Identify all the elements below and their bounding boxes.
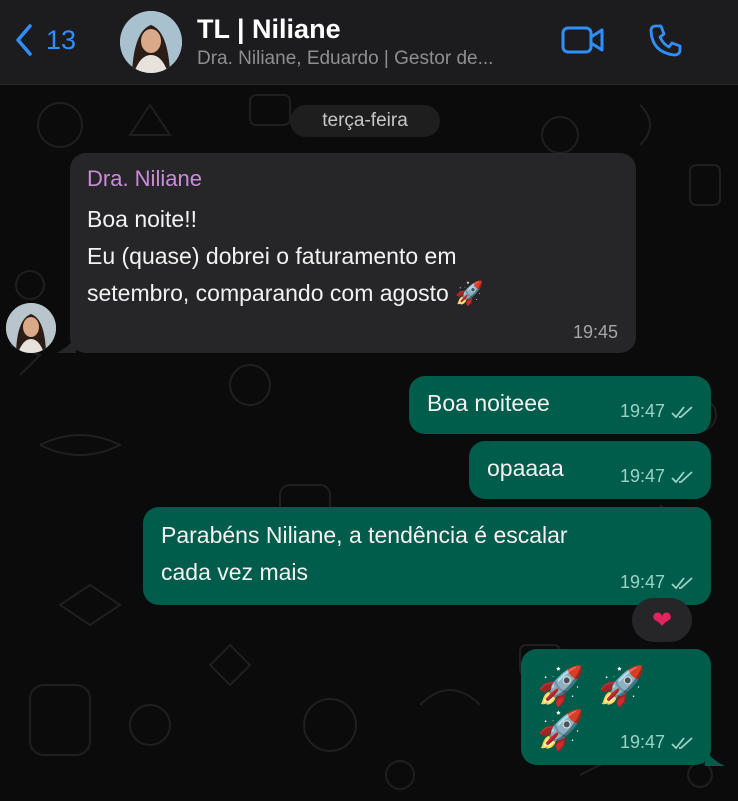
chat-header: 13 TL | Niliane Dra. Niliane, Eduardo | … <box>0 0 738 85</box>
message-time: 19:47 <box>620 466 693 487</box>
date-separator: terça-feira <box>290 105 440 137</box>
outgoing-message[interactable]: 🚀🚀🚀 19:47 <box>521 649 711 765</box>
double-check-icon <box>671 470 693 483</box>
time-label: 19:47 <box>619 401 665 421</box>
back-button[interactable]: 13 <box>12 22 76 58</box>
message-text: opaaaa <box>487 455 564 481</box>
message-time: 19:45 <box>572 322 618 342</box>
group-avatar[interactable] <box>120 11 182 73</box>
message-text: Parabéns Niliane, a tendência é escalar … <box>161 522 568 585</box>
message-time: 19:47 <box>620 401 693 422</box>
outgoing-message[interactable]: Boa noiteee 19:47 <box>409 376 711 434</box>
chat-participants[interactable]: Dra. Niliane, Eduardo | Gestor de... <box>197 48 493 70</box>
bubble-tail <box>705 748 725 766</box>
time-label: 19:47 <box>619 572 665 592</box>
message-time: 19:47 <box>620 572 693 593</box>
incoming-message[interactable]: Dra. Niliane Boa noite!! Eu (quase) dobr… <box>70 153 636 353</box>
message-time: 19:47 <box>620 732 693 753</box>
bubble-tail <box>56 335 76 353</box>
voice-call-button[interactable] <box>648 22 684 63</box>
time-label: 19:47 <box>619 732 665 752</box>
outgoing-message[interactable]: opaaaa 19:47 <box>469 441 711 499</box>
chat-title[interactable]: TL | Niliane <box>197 14 341 45</box>
double-check-icon <box>671 405 693 418</box>
message-text: Boa noiteee <box>427 390 550 416</box>
double-check-icon <box>671 576 693 589</box>
video-call-icon <box>561 26 604 54</box>
sender-name[interactable]: Dra. Niliane <box>87 166 202 192</box>
phone-icon <box>649 24 682 57</box>
video-call-button[interactable] <box>560 22 606 63</box>
outgoing-message[interactable]: Parabéns Niliane, a tendência é escalar … <box>143 507 711 605</box>
sender-avatar[interactable] <box>6 303 56 353</box>
heart-reaction[interactable]: ❤ <box>632 598 692 642</box>
time-label: 19:47 <box>619 466 665 486</box>
message-text: Boa noite!! Eu (quase) dobrei o faturame… <box>87 206 484 306</box>
chevron-left-icon <box>16 24 32 56</box>
double-check-icon <box>671 736 693 749</box>
unread-count: 13 <box>46 24 77 55</box>
